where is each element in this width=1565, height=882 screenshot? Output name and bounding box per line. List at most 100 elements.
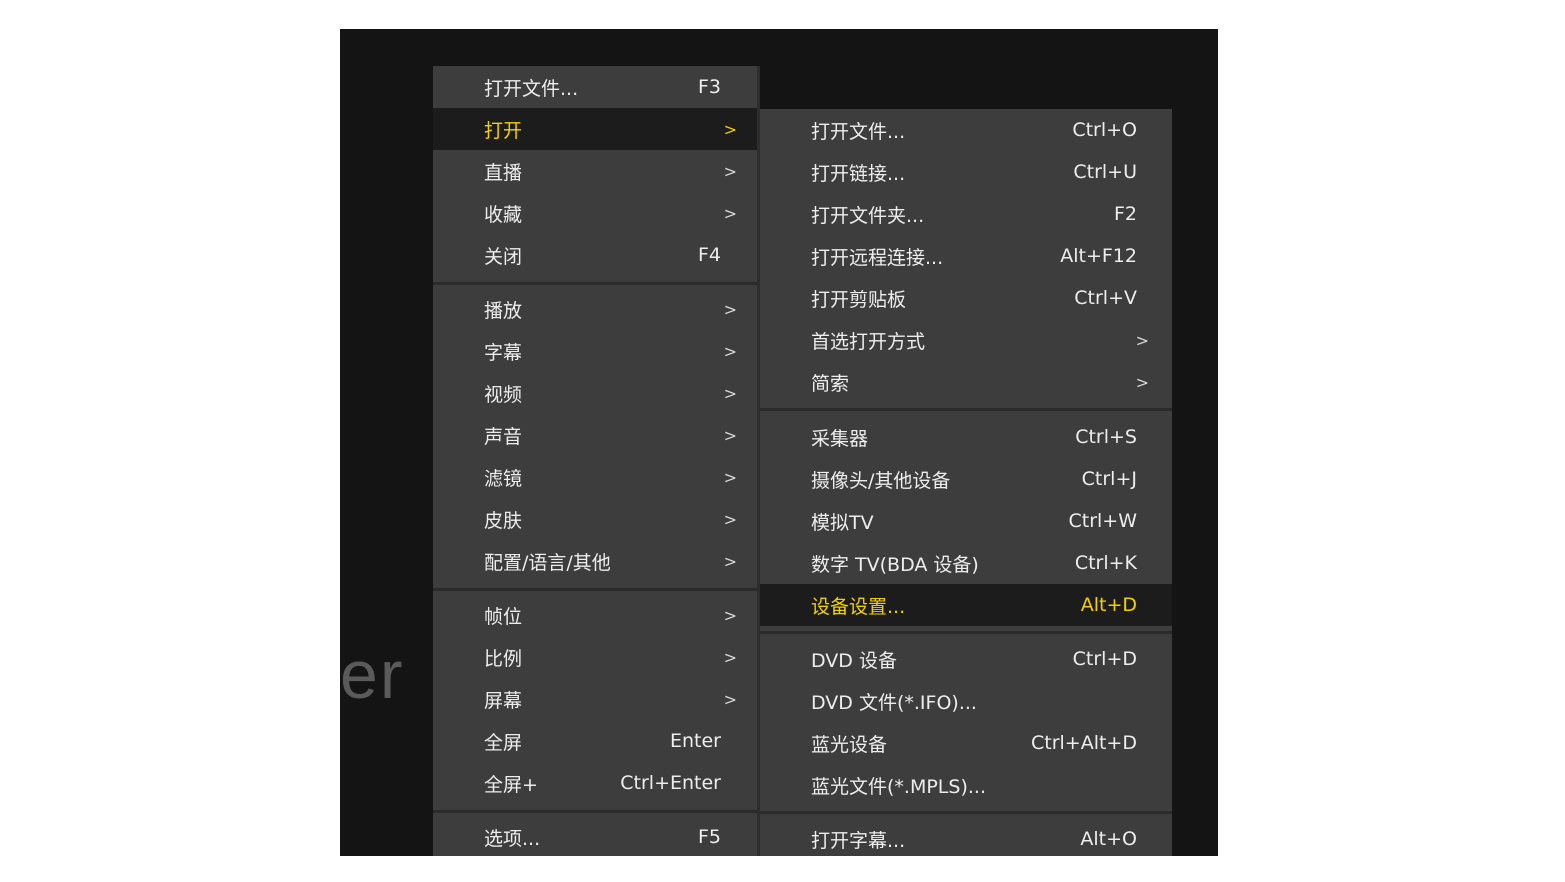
menu-item-label: DVD 设备 (811, 649, 897, 672)
menu-item-shortcut: Alt+D (1080, 594, 1137, 616)
submenu-arrow-icon: > (1135, 372, 1149, 392)
submenu-arrow-icon: > (723, 551, 737, 571)
open-submenu: 打开文件... Ctrl+O 打开链接... Ctrl+U 打开文件夹... F… (760, 109, 1172, 856)
menu-item-shortcut: Alt+O (1080, 828, 1137, 850)
menu-separator (760, 811, 1172, 814)
menu-item-label: 打开文件... (811, 120, 906, 143)
submenu-item-bluray-file[interactable]: 蓝光文件(*.MPLS)... (760, 764, 1172, 806)
submenu-arrow-icon: > (723, 689, 737, 709)
menu-item-favorites[interactable]: 收藏 > (433, 192, 757, 234)
submenu-arrow-icon: > (723, 467, 737, 487)
menu-item-label: 蓝光文件(*.MPLS)... (811, 775, 986, 798)
submenu-item-open-clipboard[interactable]: 打开剪贴板 Ctrl+V (760, 277, 1172, 319)
menu-item-shortcut: F4 (697, 244, 721, 266)
menu-item-skins[interactable]: 皮肤 > (433, 498, 757, 540)
menu-item-label: 屏幕 (484, 689, 523, 712)
menu-item-frame[interactable]: 帧位 > (433, 594, 757, 636)
menu-item-label: 数字 TV(BDA 设备) (811, 553, 979, 576)
submenu-item-open-file[interactable]: 打开文件... Ctrl+O (760, 109, 1172, 151)
submenu-item-camera-other-devices[interactable]: 摄像头/其他设备 Ctrl+J (760, 458, 1172, 500)
menu-item-label: 设备设置... (811, 595, 906, 618)
submenu-item-analog-tv[interactable]: 模拟TV Ctrl+W (760, 500, 1172, 542)
submenu-item-bluray-device[interactable]: 蓝光设备 Ctrl+Alt+D (760, 722, 1172, 764)
menu-item-label: 打开文件夹... (811, 204, 925, 227)
menu-item-filters[interactable]: 滤镜 > (433, 456, 757, 498)
submenu-arrow-icon: > (723, 425, 737, 445)
menu-separator (760, 408, 1172, 411)
app-window: er 打开文件... F3 打开 > 直播 > 收藏 > 关闭 F4 播放 > … (340, 29, 1218, 856)
menu-item-label: 关闭 (484, 245, 523, 268)
submenu-item-dvd-device[interactable]: DVD 设备 Ctrl+D (760, 638, 1172, 680)
submenu-arrow-icon: > (1135, 330, 1149, 350)
menu-item-shortcut: Ctrl+O (1072, 119, 1137, 141)
menu-item-label: 收藏 (484, 203, 523, 226)
menu-item-label: 视频 (484, 383, 523, 406)
menu-item-label: 帧位 (484, 605, 523, 628)
menu-item-label: DVD 文件(*.IFO)... (811, 691, 977, 714)
submenu-arrow-icon: > (723, 341, 737, 361)
menu-item-options[interactable]: 选项... F5 (433, 816, 757, 856)
menu-item-open-file[interactable]: 打开文件... F3 (433, 66, 757, 108)
menu-item-live[interactable]: 直播 > (433, 150, 757, 192)
submenu-item-open-subtitles[interactable]: 打开字幕... Alt+O (760, 818, 1172, 856)
menu-item-label: 配置/语言/其他 (484, 551, 611, 574)
menu-item-playback[interactable]: 播放 > (433, 288, 757, 330)
menu-item-label: 简索 (811, 372, 850, 395)
menu-item-shortcut: F2 (1113, 203, 1137, 225)
menu-item-aspect-ratio[interactable]: 比例 > (433, 636, 757, 678)
main-context-menu: 打开文件... F3 打开 > 直播 > 收藏 > 关闭 F4 播放 > 字幕 … (433, 66, 760, 856)
menu-item-shortcut: Alt+F12 (1060, 245, 1137, 267)
submenu-arrow-icon: > (723, 161, 737, 181)
menu-item-label: 全屏+ (484, 773, 538, 796)
submenu-arrow-icon: > (723, 509, 737, 529)
menu-item-close[interactable]: 关闭 F4 (433, 234, 757, 276)
submenu-item-capture[interactable]: 采集器 Ctrl+S (760, 416, 1172, 458)
menu-item-shortcut: Ctrl+V (1074, 287, 1137, 309)
menu-item-shortcut: Ctrl+Alt+D (1030, 732, 1137, 754)
submenu-item-digital-tv[interactable]: 数字 TV(BDA 设备) Ctrl+K (760, 542, 1172, 584)
menu-item-open[interactable]: 打开 > (433, 108, 757, 150)
menu-separator (760, 631, 1172, 634)
menu-item-label: 全屏 (484, 731, 523, 754)
submenu-item-open-folder[interactable]: 打开文件夹... F2 (760, 193, 1172, 235)
submenu-item-preferred-open-method[interactable]: 首选打开方式 > (760, 319, 1172, 361)
menu-item-label: 声音 (484, 425, 523, 448)
menu-item-label: 打开远程连接... (811, 246, 944, 269)
menu-item-config-language-other[interactable]: 配置/语言/其他 > (433, 540, 757, 582)
menu-item-label: 首选打开方式 (811, 330, 926, 353)
menu-item-label: 采集器 (811, 427, 869, 450)
menu-item-label: 打开文件... (484, 77, 579, 100)
menu-item-fullscreen[interactable]: 全屏 Enter (433, 720, 757, 762)
menu-item-label: 打开 (484, 119, 523, 142)
menu-item-fullscreen-plus[interactable]: 全屏+ Ctrl+Enter (433, 762, 757, 804)
menu-item-shortcut: Ctrl+J (1081, 468, 1137, 490)
submenu-item-open-remote[interactable]: 打开远程连接... Alt+F12 (760, 235, 1172, 277)
menu-item-shortcut: Ctrl+K (1074, 552, 1137, 574)
menu-item-shortcut: Ctrl+Enter (620, 772, 721, 794)
background-logo-text: er (340, 637, 405, 713)
menu-item-subtitles[interactable]: 字幕 > (433, 330, 757, 372)
menu-separator (433, 588, 757, 591)
submenu-item-open-link[interactable]: 打开链接... Ctrl+U (760, 151, 1172, 193)
submenu-arrow-icon: > (723, 383, 737, 403)
menu-item-label: 播放 (484, 299, 523, 322)
submenu-item-dvd-file[interactable]: DVD 文件(*.IFO)... (760, 680, 1172, 722)
menu-item-video[interactable]: 视频 > (433, 372, 757, 414)
menu-item-label: 滤镜 (484, 467, 523, 490)
menu-item-screen[interactable]: 屏幕 > (433, 678, 757, 720)
menu-separator (433, 282, 757, 285)
submenu-item-search[interactable]: 简索 > (760, 361, 1172, 403)
menu-item-label: 摄像头/其他设备 (811, 469, 951, 492)
menu-item-shortcut: Ctrl+S (1075, 426, 1137, 448)
submenu-item-device-settings[interactable]: 设备设置... Alt+D (760, 584, 1172, 626)
menu-item-shortcut: F3 (697, 76, 721, 98)
submenu-arrow-icon: > (723, 605, 737, 625)
menu-item-label: 打开剪贴板 (811, 288, 907, 311)
submenu-arrow-icon: > (723, 119, 737, 139)
menu-item-audio[interactable]: 声音 > (433, 414, 757, 456)
menu-item-shortcut: Ctrl+W (1068, 510, 1137, 532)
menu-item-shortcut: Ctrl+D (1072, 648, 1137, 670)
menu-item-label: 选项... (484, 827, 541, 850)
menu-item-label: 模拟TV (811, 511, 874, 534)
submenu-arrow-icon: > (723, 203, 737, 223)
